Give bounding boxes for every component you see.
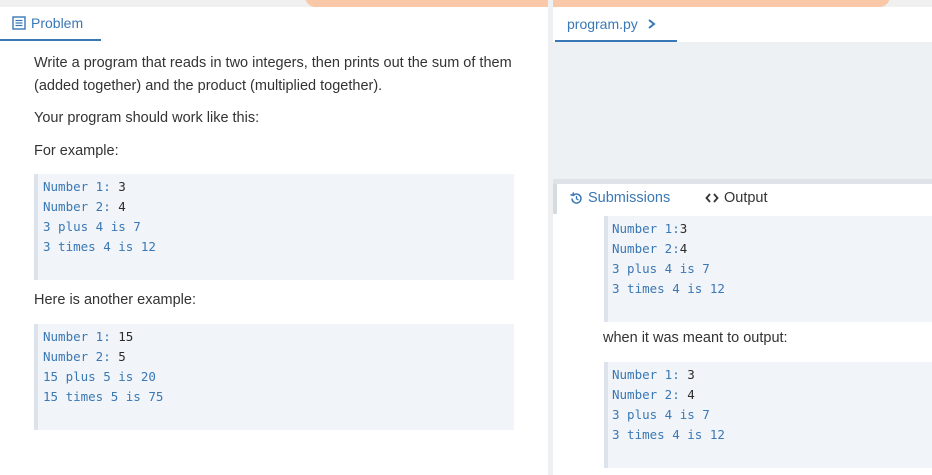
code-line: Number 2:4 [612, 241, 688, 256]
code-line: 3 times 4 is 12 [612, 281, 725, 296]
example-2-block: Number 1: 15 Number 2: 5 15 plus 5 is 20… [34, 324, 514, 430]
another-example-heading: Here is another example: [34, 292, 196, 308]
code-line: 15 plus 5 is 20 [43, 369, 156, 384]
file-tab-label: program.py [567, 15, 638, 32]
tab-submissions[interactable]: Submissions [569, 190, 670, 206]
code-line: Number 1:3 [612, 221, 688, 236]
code-line: 15 times 5 is 75 [43, 389, 164, 404]
code-editor[interactable] [553, 42, 932, 179]
output-tabs: Submissions Output [553, 184, 932, 214]
tab-submissions-label: Submissions [588, 190, 671, 206]
chevron-right-icon [648, 18, 656, 29]
tab-program-py[interactable]: program.py [555, 7, 677, 42]
expected-output-label: when it was meant to output: [603, 330, 788, 346]
code-line: Number 1: 15 [43, 329, 134, 344]
code-line: Number 2: 4 [43, 199, 126, 214]
code-line: Number 2: 5 [43, 349, 126, 364]
expected-output-block: Number 1: 3 Number 2: 4 3 plus 4 is 7 3 … [604, 362, 932, 468]
tab-output[interactable]: Output [705, 190, 768, 206]
tab-problem-label: Problem [31, 15, 84, 31]
problem-instruction: Your program should work like this: [34, 110, 260, 126]
code-line: 3 times 4 is 12 [612, 427, 725, 442]
example-heading: For example: [34, 143, 119, 159]
code-line: 3 plus 4 is 7 [612, 261, 710, 276]
tab-problem[interactable]: Problem [0, 7, 101, 41]
code-line: 3 times 4 is 12 [43, 239, 156, 254]
code-line: Number 2: 4 [612, 387, 695, 402]
problem-description: Write a program that reads in two intege… [34, 55, 512, 94]
code-line: Number 1: 3 [43, 179, 126, 194]
code-icon [705, 193, 719, 203]
history-icon [570, 191, 582, 204]
highlight-bar [305, 0, 890, 7]
code-line: 3 plus 4 is 7 [612, 407, 710, 422]
document-icon [12, 16, 26, 30]
actual-output-block: Number 1:3 Number 2:4 3 plus 4 is 7 3 ti… [604, 216, 932, 322]
tab-output-label: Output [724, 190, 768, 206]
example-1-block: Number 1: 3 Number 2: 4 3 plus 4 is 7 3 … [34, 174, 514, 280]
code-line: 3 plus 4 is 7 [43, 219, 141, 234]
app-root: Problem Write a program that reads in tw… [0, 0, 932, 475]
code-line: Number 1: 3 [612, 367, 695, 382]
